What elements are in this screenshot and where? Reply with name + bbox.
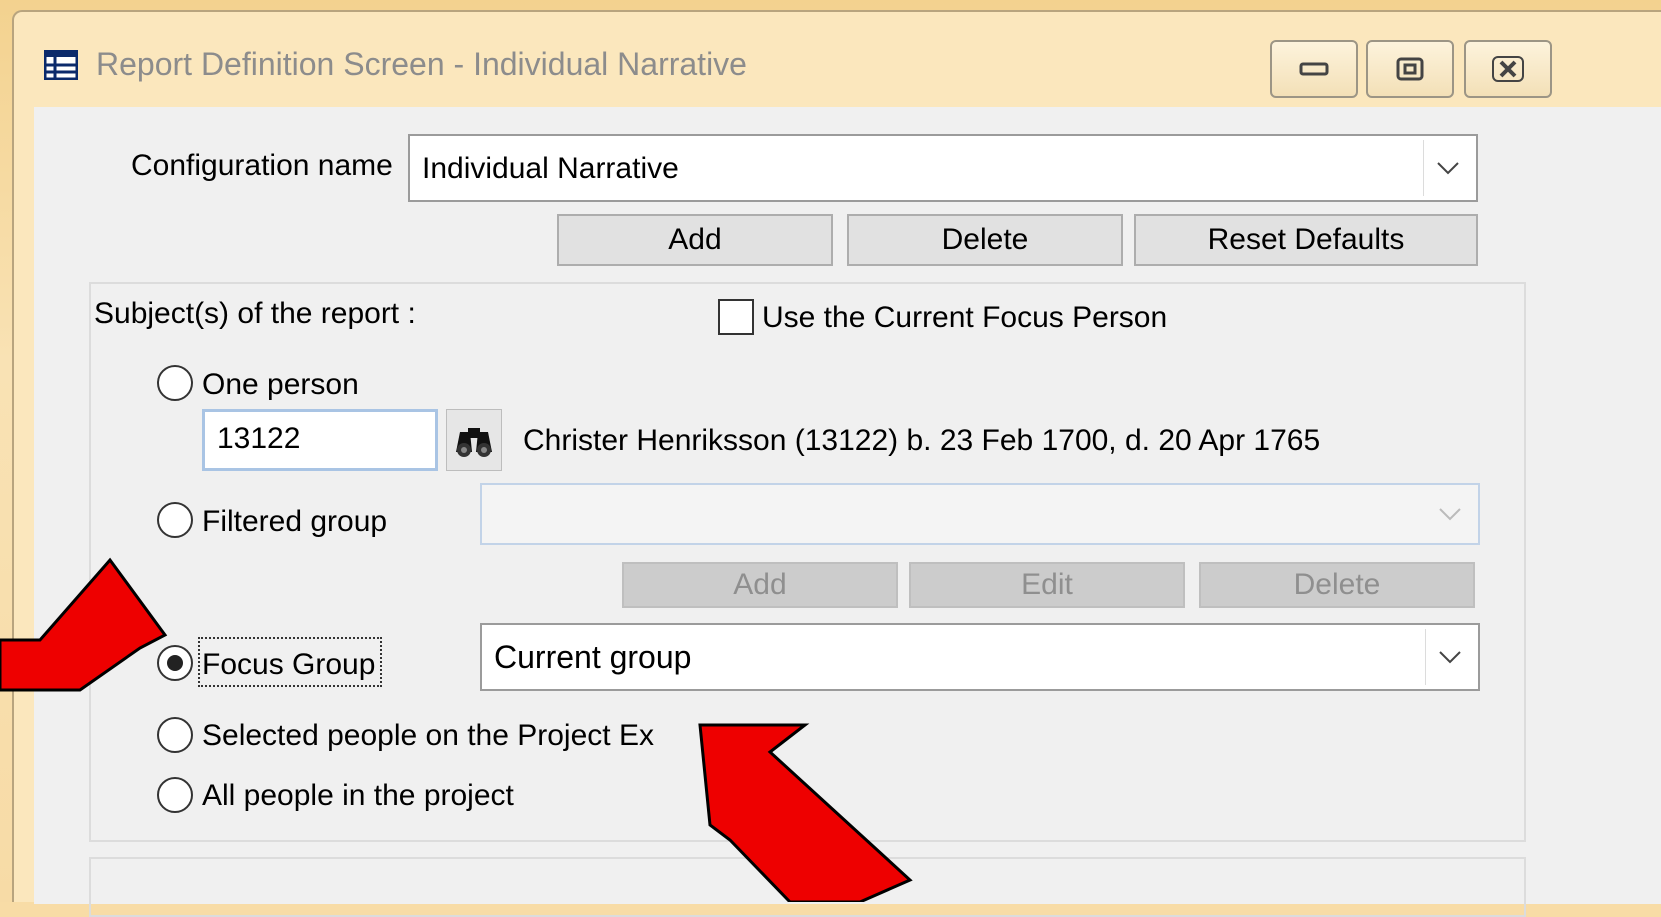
red-arrow-lower — [698, 723, 913, 902]
red-arrow-left — [0, 557, 168, 692]
annotation-overlay — [0, 557, 913, 902]
